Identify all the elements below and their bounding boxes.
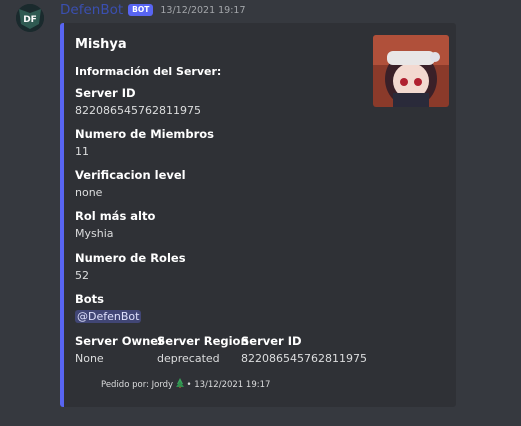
inline-field-server-id: Server ID 822086545762811975 (241, 333, 367, 367)
field-name: Server ID (75, 86, 136, 100)
footer-timestamp: 13/12/2021 19:17 (194, 380, 271, 390)
field-role-count: Numero de Roles 52 (75, 250, 186, 284)
field-value: deprecated (157, 352, 220, 365)
field-name: Verificacion level (75, 168, 186, 182)
field-name: Numero de Miembros (75, 127, 215, 141)
bot-avatar[interactable]: DF (16, 4, 44, 32)
field-server-id: Server ID 822086545762811975 (75, 85, 201, 119)
server-icon-image (373, 35, 449, 107)
field-name: Numero de Roles (75, 251, 186, 265)
inline-field-server-region: Server Region deprecated (157, 333, 249, 367)
field-highest-role: Rol más alto Myshia (75, 208, 155, 242)
field-name: Bots (75, 292, 105, 306)
field-value: none (75, 186, 103, 199)
tree-emoji-icon (175, 378, 184, 390)
footer-separator: • (186, 380, 192, 390)
defenbot-logo-icon: DF (16, 4, 44, 32)
field-member-count: Numero de Miembros 11 (75, 126, 214, 160)
field-value: 822086545762811975 (75, 104, 201, 117)
field-value: 822086545762811975 (241, 352, 367, 365)
message-header: DefenBot BOT 13/12/2021 19:17 (60, 0, 246, 20)
server-info-embed: Mishya Información del Server: Server ID… (60, 23, 456, 407)
field-value: Myshia (75, 227, 114, 240)
footer-text: Pedido por: Jordy (101, 380, 174, 390)
field-value: 11 (75, 145, 89, 158)
embed-description: Información del Server: (75, 65, 222, 78)
embed-footer: Pedido por: Jordy • 13/12/2021 19:17 (101, 378, 270, 390)
inline-field-server-owner: Server Owner None (75, 333, 164, 367)
author-name[interactable]: DefenBot (60, 2, 123, 18)
svg-text:DF: DF (23, 15, 37, 25)
embed-title: Mishya (75, 37, 127, 52)
field-name: Server ID (241, 334, 302, 348)
field-name: Server Owner (75, 334, 164, 348)
field-name: Rol más alto (75, 209, 156, 223)
field-value: None (75, 352, 104, 365)
field-verification-level: Verificacion level none (75, 167, 186, 201)
bot-mention[interactable]: @DefenBot (75, 310, 142, 323)
field-value: 52 (75, 269, 89, 282)
bot-badge: BOT (128, 4, 154, 16)
message-timestamp[interactable]: 13/12/2021 19:17 (160, 5, 245, 16)
embed-thumbnail[interactable] (373, 35, 449, 107)
field-bots: Bots @DefenBot (75, 291, 142, 325)
field-value-wrapper: @DefenBot (75, 309, 142, 325)
field-name: Server Region (157, 334, 249, 348)
